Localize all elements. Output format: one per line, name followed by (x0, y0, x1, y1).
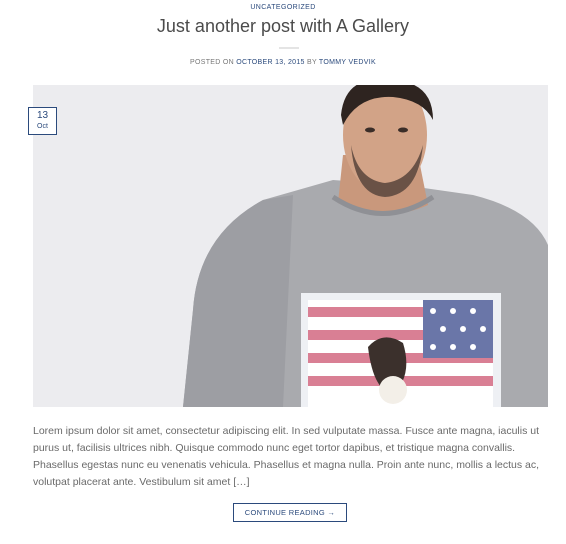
post-meta: Posted on October 13, 2015 by Tommy Vedv… (0, 59, 566, 66)
featured-image-illustration (33, 85, 548, 407)
date-badge-month: Oct (37, 123, 48, 130)
continue-reading-button[interactable]: Continue reading → (233, 503, 347, 522)
post-date-link[interactable]: October 13, 2015 (236, 59, 304, 66)
category-link[interactable]: Uncategorized (0, 4, 566, 11)
title-divider (279, 47, 299, 49)
date-badge: 13 Oct (28, 107, 57, 135)
featured-image[interactable] (33, 85, 548, 407)
post-title[interactable]: Just another post with A Gallery (0, 14, 566, 38)
posted-on-label: Posted on (190, 59, 234, 66)
date-badge-day: 13 (36, 110, 49, 121)
author-link[interactable]: Tommy Vedvik (319, 59, 376, 66)
post-excerpt: Lorem ipsum dolor sit amet, consectetur … (33, 425, 540, 488)
blog-post: Uncategorized Just another post with A G… (0, 0, 566, 544)
by-label: by (306, 59, 317, 66)
